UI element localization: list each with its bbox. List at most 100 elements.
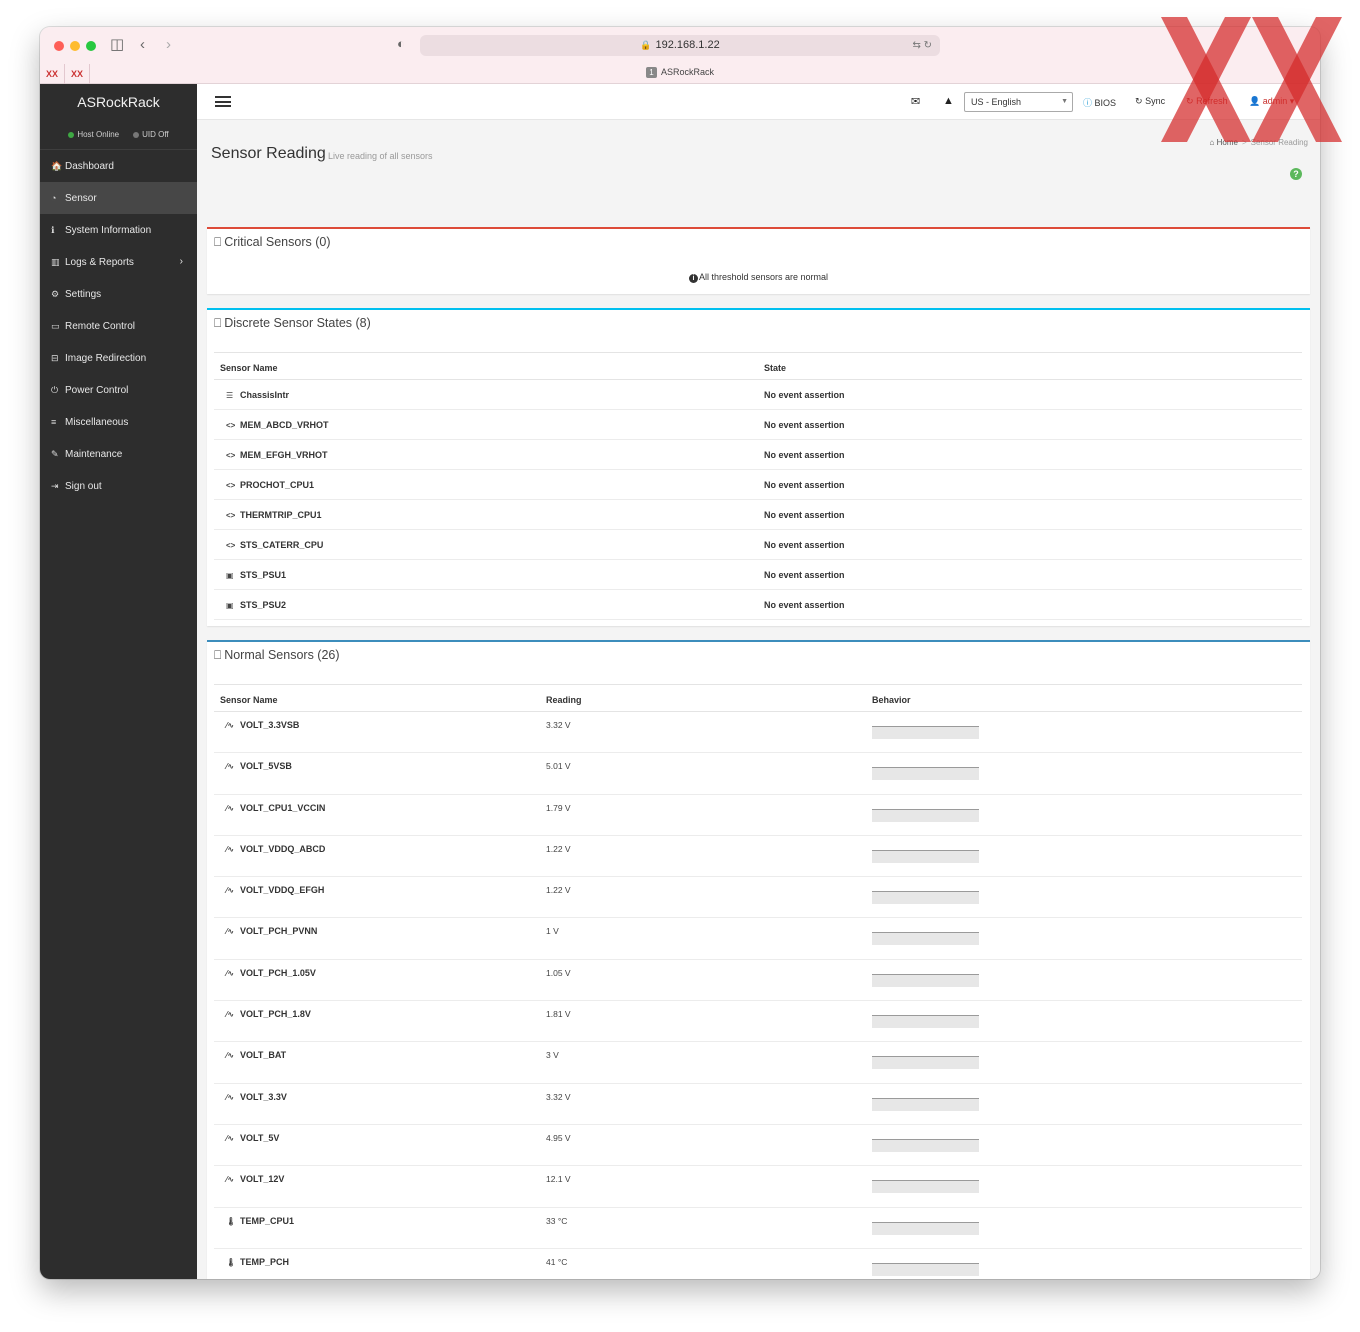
- sensor-reading-cell: 41 °C: [540, 1248, 866, 1279]
- table-row: ⁄∿ VOLT_PCH_1.8V 1.81 V: [214, 1000, 1302, 1043]
- discrete-sensors-panel: ⎕ Discrete Sensor States (8) Sensor Name …: [207, 308, 1310, 626]
- table-row: <> MEM_ABCD_VRHOT No event assertion: [214, 409, 1302, 440]
- column-header-reading[interactable]: Reading: [540, 684, 866, 712]
- table-row: 🌡 TEMP_PCH 41 °C: [214, 1248, 1302, 1279]
- privacy-shield-icon[interactable]: ◐: [397, 36, 405, 51]
- sensor-behavior-cell: [866, 835, 1302, 878]
- critical-sensors-panel: ⎕ Critical Sensors (0) i All threshold sen…: [207, 227, 1310, 294]
- table-row: ⁄∿ VOLT_3.3VSB 3.32 V: [214, 711, 1302, 754]
- sensor-reading-cell: 3.32 V: [540, 1083, 866, 1125]
- envelope-icon[interactable]: ✉: [911, 95, 920, 108]
- monitor-icon: ▭: [51, 321, 60, 331]
- thermometer-icon: 🌡: [226, 1257, 237, 1267]
- column-header-behavior[interactable]: Behavior: [866, 684, 1302, 712]
- behavior-bar: [872, 891, 979, 905]
- sensor-name-cell: ⁄∿ VOLT_PCH_1.05V: [214, 959, 540, 1002]
- sensor-reading-cell: 1.05 V: [540, 959, 866, 1002]
- all-normal-message: i All threshold sensors are normal: [207, 272, 1310, 283]
- sidebar-item-settings[interactable]: ⚙ Settings: [40, 278, 197, 310]
- uid-status: UID Off: [133, 130, 169, 139]
- plug-icon: ▣: [226, 600, 234, 610]
- breadcrumb: ⌂ Home > Sensor Reading: [1209, 138, 1308, 147]
- sensor-state-cell: No event assertion: [758, 589, 1302, 620]
- sensor-state-cell: No event assertion: [758, 379, 1302, 410]
- home-icon: 🏠: [51, 161, 63, 171]
- normal-sensors-panel: ⎕ Normal Sensors (26) Sensor Name Reading…: [207, 640, 1310, 1279]
- code-icon: <>: [226, 510, 236, 520]
- sensor-name-cell: ▣ STS_PSU2: [214, 589, 758, 620]
- sidebar-item-dashboard[interactable]: 🏠 Dashboard: [40, 150, 197, 182]
- sensor-name-cell: ⁄∿ VOLT_PCH_1.8V: [214, 1000, 540, 1043]
- sidebar-item-sign-out[interactable]: ⇥ Sign out: [40, 470, 197, 502]
- sensor-state-cell: No event assertion: [758, 499, 1302, 530]
- refresh-button[interactable]: ↻ Refresh: [1186, 96, 1228, 107]
- sidebar-item-remote-control[interactable]: ▭ Remote Control: [40, 310, 197, 342]
- sensor-name-cell: <> STS_CATERR_CPU: [214, 529, 758, 560]
- sidebar-item-system-information[interactable]: ℹ System Information: [40, 214, 197, 246]
- sensor-name-cell: ▣ STS_PSU1: [214, 559, 758, 590]
- table-row: <> PROCHOT_CPU1 No event assertion: [214, 469, 1302, 500]
- menu-toggle-icon[interactable]: [215, 96, 231, 107]
- info-icon: ℹ: [51, 225, 55, 235]
- browser-window: ◫ ‹ › ◐ 🔒 192.168.1.22 ⇆ ↻ XX XX 1 ASRockR…: [40, 27, 1320, 1279]
- sync-button[interactable]: ↻ Sync: [1135, 96, 1165, 107]
- help-icon[interactable]: ?: [1290, 168, 1302, 180]
- breadcrumb-current: Sensor Reading: [1250, 138, 1308, 147]
- sidebar-item-power-control[interactable]: ⏻ Power Control: [40, 374, 197, 406]
- minimize-window-button[interactable]: [70, 41, 80, 51]
- back-icon[interactable]: ‹: [140, 35, 145, 55]
- sensor-state-cell: No event assertion: [758, 439, 1302, 470]
- pulse-icon: ⁄∿: [226, 1051, 235, 1061]
- sensor-behavior-cell: [866, 1248, 1302, 1279]
- active-tab[interactable]: 1 ASRockRack: [40, 67, 1320, 78]
- sign-out-icon: ⇥: [51, 481, 59, 491]
- language-select[interactable]: US - English ▼: [964, 92, 1073, 112]
- tab-number: 1: [645, 67, 657, 78]
- sensor-name-cell: <> MEM_ABCD_VRHOT: [214, 409, 758, 440]
- tab-title: ASRockRack: [660, 67, 714, 77]
- bios-button[interactable]: ⓘ BIOS: [1083, 96, 1116, 109]
- table-row: ☰ ChassisIntr No event assertion: [214, 379, 1302, 410]
- user-menu-button[interactable]: 👤 admin ▾: [1249, 96, 1294, 107]
- host-online-status: Host Online: [68, 130, 119, 139]
- pulse-icon: ⁄∿: [226, 803, 235, 813]
- table-row: ⁄∿ VOLT_5V 4.95 V: [214, 1124, 1302, 1167]
- column-header-state[interactable]: State: [758, 352, 1302, 380]
- sensor-state-cell: No event assertion: [758, 529, 1302, 560]
- close-window-button[interactable]: [54, 41, 64, 51]
- reload-icon[interactable]: ⇆ ↻: [912, 35, 932, 56]
- table-row: <> THERMTRIP_CPU1 No event assertion: [214, 499, 1302, 530]
- column-header-sensor-name[interactable]: Sensor Name: [214, 684, 540, 712]
- sidebar-item-maintenance[interactable]: ✎ Maintenance: [40, 438, 197, 470]
- sensor-behavior-cell: [866, 1165, 1302, 1208]
- address-bar[interactable]: 🔒 192.168.1.22 ⇆ ↻: [420, 35, 940, 56]
- behavior-bar: [872, 932, 979, 946]
- sensor-reading-cell: 1.22 V: [540, 835, 866, 878]
- wrench-icon: ✎: [51, 449, 59, 459]
- list-icon: ≡: [51, 417, 57, 427]
- bar-chart-icon: ▥: [51, 257, 60, 267]
- sidebar-item-logs-reports[interactable]: ▥ Logs & Reports ›: [40, 246, 197, 278]
- sync-icon: ↻: [1135, 96, 1143, 106]
- forward-icon[interactable]: ›: [166, 35, 171, 55]
- breadcrumb-home-link[interactable]: Home: [1217, 138, 1238, 147]
- sidebar-toggle-icon[interactable]: ◫: [110, 35, 124, 55]
- sidebar-item-miscellaneous[interactable]: ≡ Miscellaneous: [40, 406, 197, 438]
- sensor-behavior-cell: [866, 917, 1302, 960]
- sidebar-item-sensor[interactable]: ◔ Sensor: [40, 182, 197, 214]
- brand-logo[interactable]: ASRockRack: [40, 84, 197, 120]
- pulse-icon: ⁄∿: [226, 844, 235, 854]
- column-header-sensor-name[interactable]: Sensor Name: [214, 352, 758, 380]
- sensor-reading-cell: 3 V: [540, 1041, 866, 1084]
- code-icon: <>: [226, 540, 236, 550]
- zoom-window-button[interactable]: [86, 41, 96, 51]
- sensor-behavior-cell: [866, 1000, 1302, 1043]
- sidebar-item-image-redirection[interactable]: ⊟ Image Redirection: [40, 342, 197, 374]
- power-icon: ⏻: [51, 385, 59, 395]
- sensor-state-cell: No event assertion: [758, 469, 1302, 500]
- status-dot-icon: [68, 131, 75, 138]
- code-icon: <>: [226, 450, 236, 460]
- pulse-icon: ⁄∿: [226, 927, 235, 937]
- warning-icon[interactable]: ▲: [943, 95, 954, 107]
- sensor-behavior-cell: [866, 1124, 1302, 1167]
